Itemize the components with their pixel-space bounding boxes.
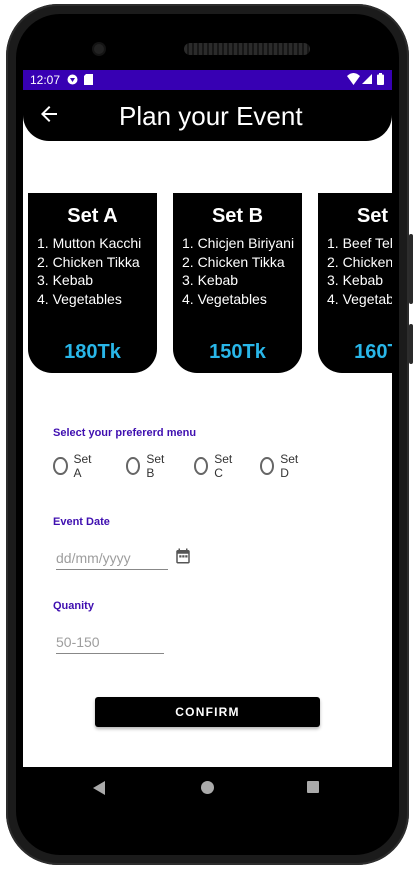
set-price: 160Tk [354, 341, 392, 363]
status-time: 12:07 [30, 73, 61, 87]
battery-icon [377, 73, 384, 85]
nav-home-icon[interactable] [201, 781, 214, 794]
earpiece-speaker [184, 43, 310, 55]
set-card[interactable]: Set C 1. Beef Teh 2. Chicken 3. Kebab 4.… [318, 193, 392, 373]
set-card[interactable]: Set A 1. Mutton Kacchi 2. Chicken Tikka … [28, 193, 157, 373]
radio-circle[interactable] [260, 457, 275, 475]
menu-select-label: Select your prefererd menu [53, 427, 197, 439]
radio-label: Set D [280, 452, 299, 480]
set-item: 4. Vegetab [327, 290, 392, 307]
set-name: Set B [211, 205, 264, 227]
radio-circle[interactable] [194, 457, 209, 475]
power-button [409, 324, 413, 364]
nav-back-icon[interactable] [93, 781, 105, 795]
arrow-left-icon[interactable] [37, 102, 61, 126]
radio-circle[interactable] [53, 457, 68, 475]
set-item: 4. Vegetables [182, 290, 267, 307]
set-item: 3. Kebab [37, 272, 94, 288]
set-item: 3. Kebab [182, 272, 239, 288]
set-items: 1. Beef Teh 2. Chicken 3. Kebab 4. Veget… [327, 234, 392, 308]
menu-set-carousel[interactable]: Set A 1. Mutton Kacchi 2. Chicken Tikka … [23, 193, 392, 373]
set-item: 2. Chicken Tikka [37, 253, 140, 270]
set-name: Set A [67, 205, 118, 227]
radio-set-c[interactable]: Set C [194, 452, 236, 480]
set-item: 4. Vegetables [37, 290, 122, 307]
signal-icon [362, 74, 372, 84]
event-date-input[interactable]: dd/mm/yyyy [56, 547, 168, 570]
quantity-label: Quanity [53, 600, 94, 612]
app-screen: 12:07 Plan your Event Set A 1. Mutton Ka… [23, 70, 392, 767]
radio-label: Set B [146, 452, 165, 480]
set-item: 1. Mutton Kacchi [37, 235, 142, 251]
set-items: 1. Chicjen Biriyani 2. Chicken Tikka 3. … [182, 234, 294, 308]
app-bar: Plan your Event [23, 90, 392, 141]
set-card[interactable]: Set B 1. Chicjen Biriyani 2. Chicken Tik… [173, 193, 302, 373]
confirm-button[interactable]: CONFIRM [95, 697, 320, 727]
front-camera [94, 44, 104, 54]
radio-set-d[interactable]: Set D [260, 452, 302, 480]
radio-set-a[interactable]: Set A [53, 452, 95, 480]
set-item: 2. Chicken [327, 253, 392, 270]
set-name: Set C [356, 205, 392, 227]
event-date-label: Event Date [53, 516, 110, 528]
radio-label: Set C [214, 452, 233, 480]
wifi-icon [347, 73, 360, 85]
quantity-input[interactable]: 50-150 [56, 631, 164, 654]
set-item: 2. Chicken Tikka [182, 253, 285, 270]
set-item: 3. Kebab [327, 272, 384, 288]
page-title: Plan your Event [119, 101, 303, 131]
set-price: 180Tk [64, 341, 121, 363]
notification-icon [67, 74, 78, 85]
volume-button [409, 234, 413, 304]
set-item: 1. Beef Teh [327, 235, 392, 251]
system-nav-bar [23, 767, 392, 811]
radio-label: Set A [73, 452, 92, 480]
radio-circle[interactable] [126, 457, 141, 475]
sd-card-icon [84, 74, 93, 85]
nav-recent-icon[interactable] [307, 781, 319, 793]
set-item: 1. Chicjen Biriyani [182, 235, 295, 251]
radio-set-b[interactable]: Set B [126, 452, 168, 480]
set-price: 150Tk [209, 341, 266, 363]
status-bar: 12:07 [23, 70, 392, 90]
calendar-icon[interactable] [174, 547, 192, 565]
set-items: 1. Mutton Kacchi 2. Chicken Tikka 3. Keb… [37, 234, 141, 308]
